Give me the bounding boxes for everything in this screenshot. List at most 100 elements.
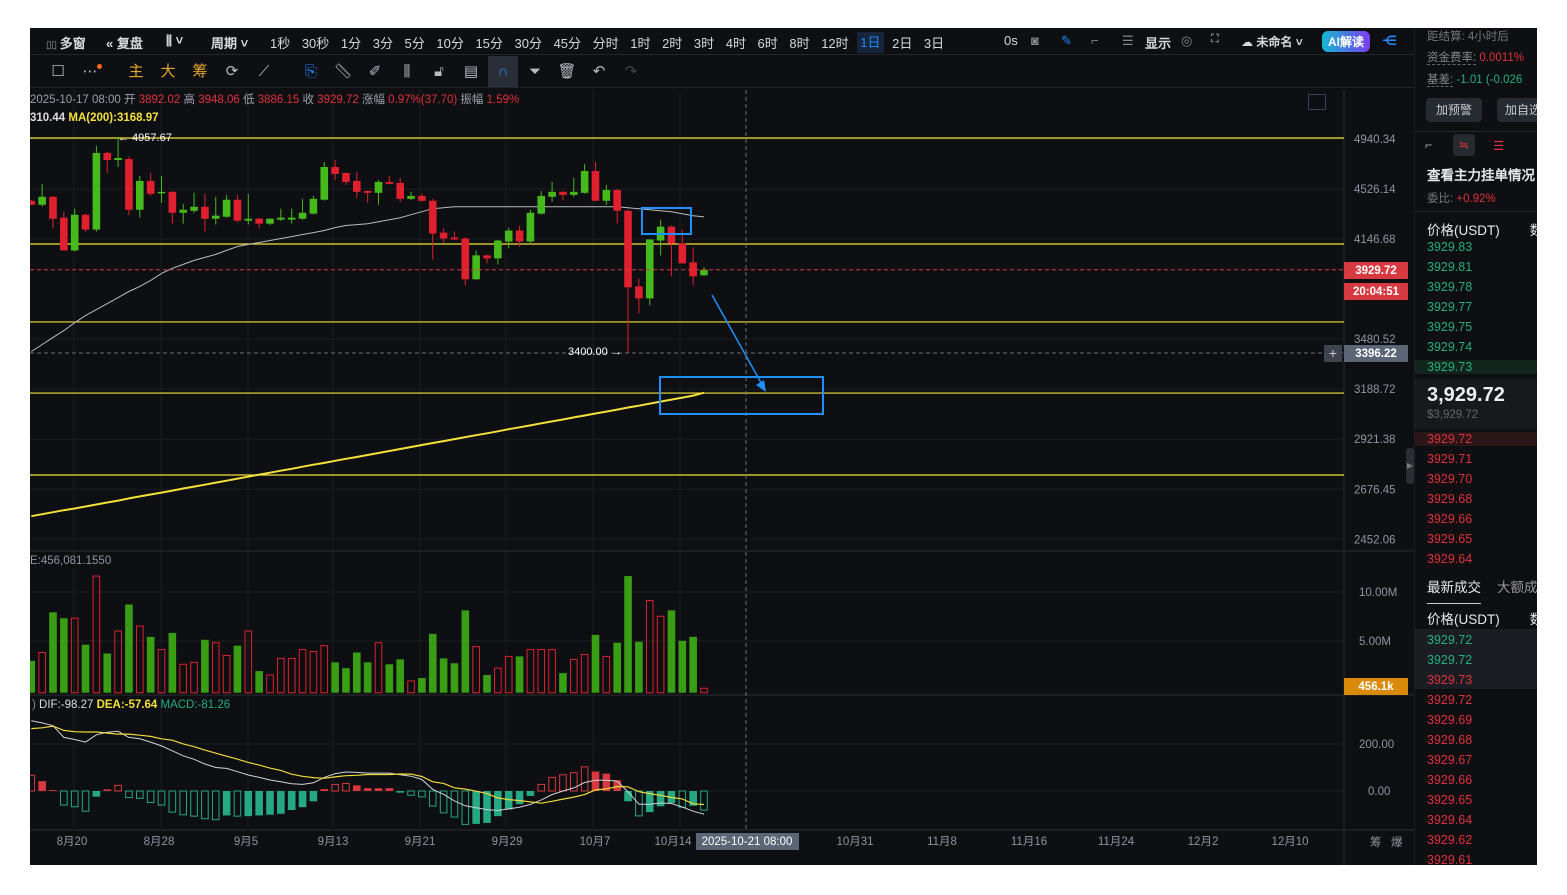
- list-item[interactable]: 3929.83: [1427, 240, 1472, 254]
- edit-doc-icon[interactable]: ▤: [461, 62, 481, 82]
- orderbook-icon[interactable]: ⌐: [1425, 138, 1432, 152]
- candle-tool-icon[interactable]: ⫼: [397, 62, 417, 82]
- ai-interpret-button[interactable]: AI解读: [1322, 31, 1371, 52]
- period-tab[interactable]: 8时: [789, 33, 809, 52]
- list-item[interactable]: 3929.67: [1427, 753, 1472, 767]
- list-item[interactable]: 3929.72: [1415, 432, 1537, 446]
- list-item[interactable]: 3929.72: [1427, 693, 1472, 707]
- list-item[interactable]: 3929.68: [1427, 492, 1472, 506]
- multiwindow-button[interactable]: ▯▯ 多窗: [46, 33, 86, 52]
- list-item[interactable]: 3929.78: [1427, 280, 1472, 294]
- chips-button[interactable]: 筹: [190, 62, 210, 82]
- list-item[interactable]: 3929.75: [1427, 320, 1472, 334]
- list-item[interactable]: 3929.73: [1415, 360, 1537, 374]
- rectangle-icon[interactable]: ☐: [48, 62, 68, 82]
- redo-icon[interactable]: ↷: [621, 62, 641, 82]
- replay-button[interactable]: « 复盘: [106, 33, 143, 52]
- comment-icon[interactable]: ⌐: [1091, 33, 1099, 48]
- list-item[interactable]: 3929.74: [1427, 340, 1472, 354]
- tab-latest-trades[interactable]: 最新成交: [1427, 580, 1481, 604]
- pen-icon[interactable]: ✎: [1061, 33, 1072, 49]
- list-item[interactable]: 3929.73: [1427, 673, 1472, 687]
- period-tab[interactable]: 1分: [341, 33, 361, 52]
- list-item[interactable]: 3929.81: [1427, 260, 1472, 274]
- ruler-icon[interactable]: 📏︎: [333, 62, 353, 82]
- add-alert-button[interactable]: 加预警: [1426, 98, 1482, 122]
- orderbook-asks-icon[interactable]: ☰: [1493, 138, 1504, 153]
- magnet-icon[interactable]: ∩: [488, 56, 518, 87]
- add-watchlist-button[interactable]: 加自选: [1497, 98, 1537, 122]
- undo-icon[interactable]: ↶: [589, 62, 609, 82]
- more-icon[interactable]: ⋯: [80, 62, 102, 82]
- period-tab[interactable]: 分时: [593, 33, 619, 52]
- list-item[interactable]: 3929.72: [1427, 633, 1472, 647]
- bookmark-icon[interactable]: ⎘: [301, 62, 321, 82]
- list-item[interactable]: 3929.66: [1427, 512, 1472, 526]
- period-tab[interactable]: 12时: [821, 33, 848, 52]
- period-tab[interactable]: 3分: [373, 33, 393, 52]
- time-axis-toggle[interactable]: 爆: [1391, 835, 1403, 849]
- unlock-icon[interactable]: 🔓︎: [429, 62, 449, 82]
- share-icon[interactable]: ⋲: [1382, 33, 1397, 49]
- period-dropdown[interactable]: 周期 ˅: [211, 33, 248, 52]
- tab-large-trades[interactable]: 大额成: [1497, 580, 1537, 595]
- price-axis-label: 2921.38: [1354, 434, 1396, 446]
- expand-icon[interactable]: [1308, 94, 1326, 110]
- period-tab[interactable]: 1时: [630, 33, 650, 52]
- list-item[interactable]: 3929.62: [1427, 833, 1472, 847]
- panel-collapse-handle[interactable]: ▶: [1406, 448, 1414, 484]
- period-tab[interactable]: 2日: [892, 33, 912, 52]
- volume-bar: [190, 661, 198, 694]
- list-item[interactable]: 3929.65: [1427, 793, 1472, 807]
- volume-bar: [125, 604, 133, 693]
- layout-dropdown[interactable]: ☁ 未命名 ˅: [1241, 33, 1303, 50]
- list-item[interactable]: 3929.61: [1427, 853, 1472, 865]
- list-item[interactable]: 3929.70: [1427, 472, 1472, 486]
- period-tab[interactable]: 15分: [475, 33, 502, 52]
- eraser-icon[interactable]: ✐: [365, 62, 385, 82]
- list-item[interactable]: 3929.72: [1427, 653, 1472, 667]
- filter-icon[interactable]: ⏷: [525, 62, 545, 82]
- candle-body: [472, 255, 480, 280]
- period-tab[interactable]: 10分: [436, 33, 463, 52]
- period-tab[interactable]: 1秒: [270, 33, 290, 52]
- chart-type-dropdown[interactable]: ⫼ ˅: [166, 33, 183, 49]
- time-axis-toggle[interactable]: 筹: [1370, 835, 1382, 849]
- main-indicator-button[interactable]: 主: [126, 62, 146, 82]
- period-tab[interactable]: 5分: [405, 33, 425, 52]
- list-item[interactable]: 3929.65: [1427, 532, 1472, 546]
- period-tab[interactable]: 3时: [694, 33, 714, 52]
- list-item[interactable]: 3929.69: [1427, 713, 1472, 727]
- list-item[interactable]: 3929.77: [1427, 300, 1472, 314]
- volume-bar: [222, 654, 231, 694]
- list-icon[interactable]: ☰: [1122, 33, 1134, 49]
- fullscreen-icon[interactable]: ⛶: [1211, 33, 1219, 46]
- period-tab[interactable]: 4时: [726, 33, 746, 52]
- kline-chart[interactable]: ← 4957.67 3400.00 → 4940.34 4526.14 4146.68 3…: [30, 28, 1414, 865]
- period-tab[interactable]: 45分: [554, 33, 581, 52]
- settings-icon[interactable]: ◎: [1181, 33, 1192, 49]
- volume-bar: [233, 645, 242, 693]
- list-item[interactable]: 3929.64: [1427, 813, 1472, 827]
- display-button[interactable]: 显示: [1145, 33, 1171, 52]
- orderbook-both-icon[interactable]: ≒: [1453, 134, 1475, 156]
- big-order-button[interactable]: 大: [158, 62, 178, 82]
- line-tool-icon[interactable]: ⟋: [254, 62, 274, 82]
- list-item[interactable]: 3929.66: [1427, 773, 1472, 787]
- list-item[interactable]: 3929.71: [1427, 452, 1472, 466]
- period-tab[interactable]: 6时: [758, 33, 778, 52]
- period-tab[interactable]: 3日: [924, 33, 944, 52]
- candle-body: [244, 218, 253, 221]
- period-tab[interactable]: 30分: [515, 33, 542, 52]
- sync-icon[interactable]: ⟳: [222, 62, 242, 82]
- period-tab[interactable]: 1日: [857, 32, 884, 53]
- list-item[interactable]: 3929.64: [1427, 552, 1472, 566]
- trash-icon[interactable]: 🗑︎: [557, 62, 577, 82]
- list-item[interactable]: 3929.68: [1427, 733, 1472, 747]
- period-tab[interactable]: 2时: [662, 33, 682, 52]
- macd-bar: [266, 791, 274, 815]
- period-tab[interactable]: 30秒: [302, 33, 329, 52]
- price-axis-label: 4940.34: [1354, 134, 1396, 146]
- camera-icon[interactable]: ◙: [1031, 33, 1039, 48]
- whale-orders-link[interactable]: 查看主力挂单情况: [1427, 164, 1535, 184]
